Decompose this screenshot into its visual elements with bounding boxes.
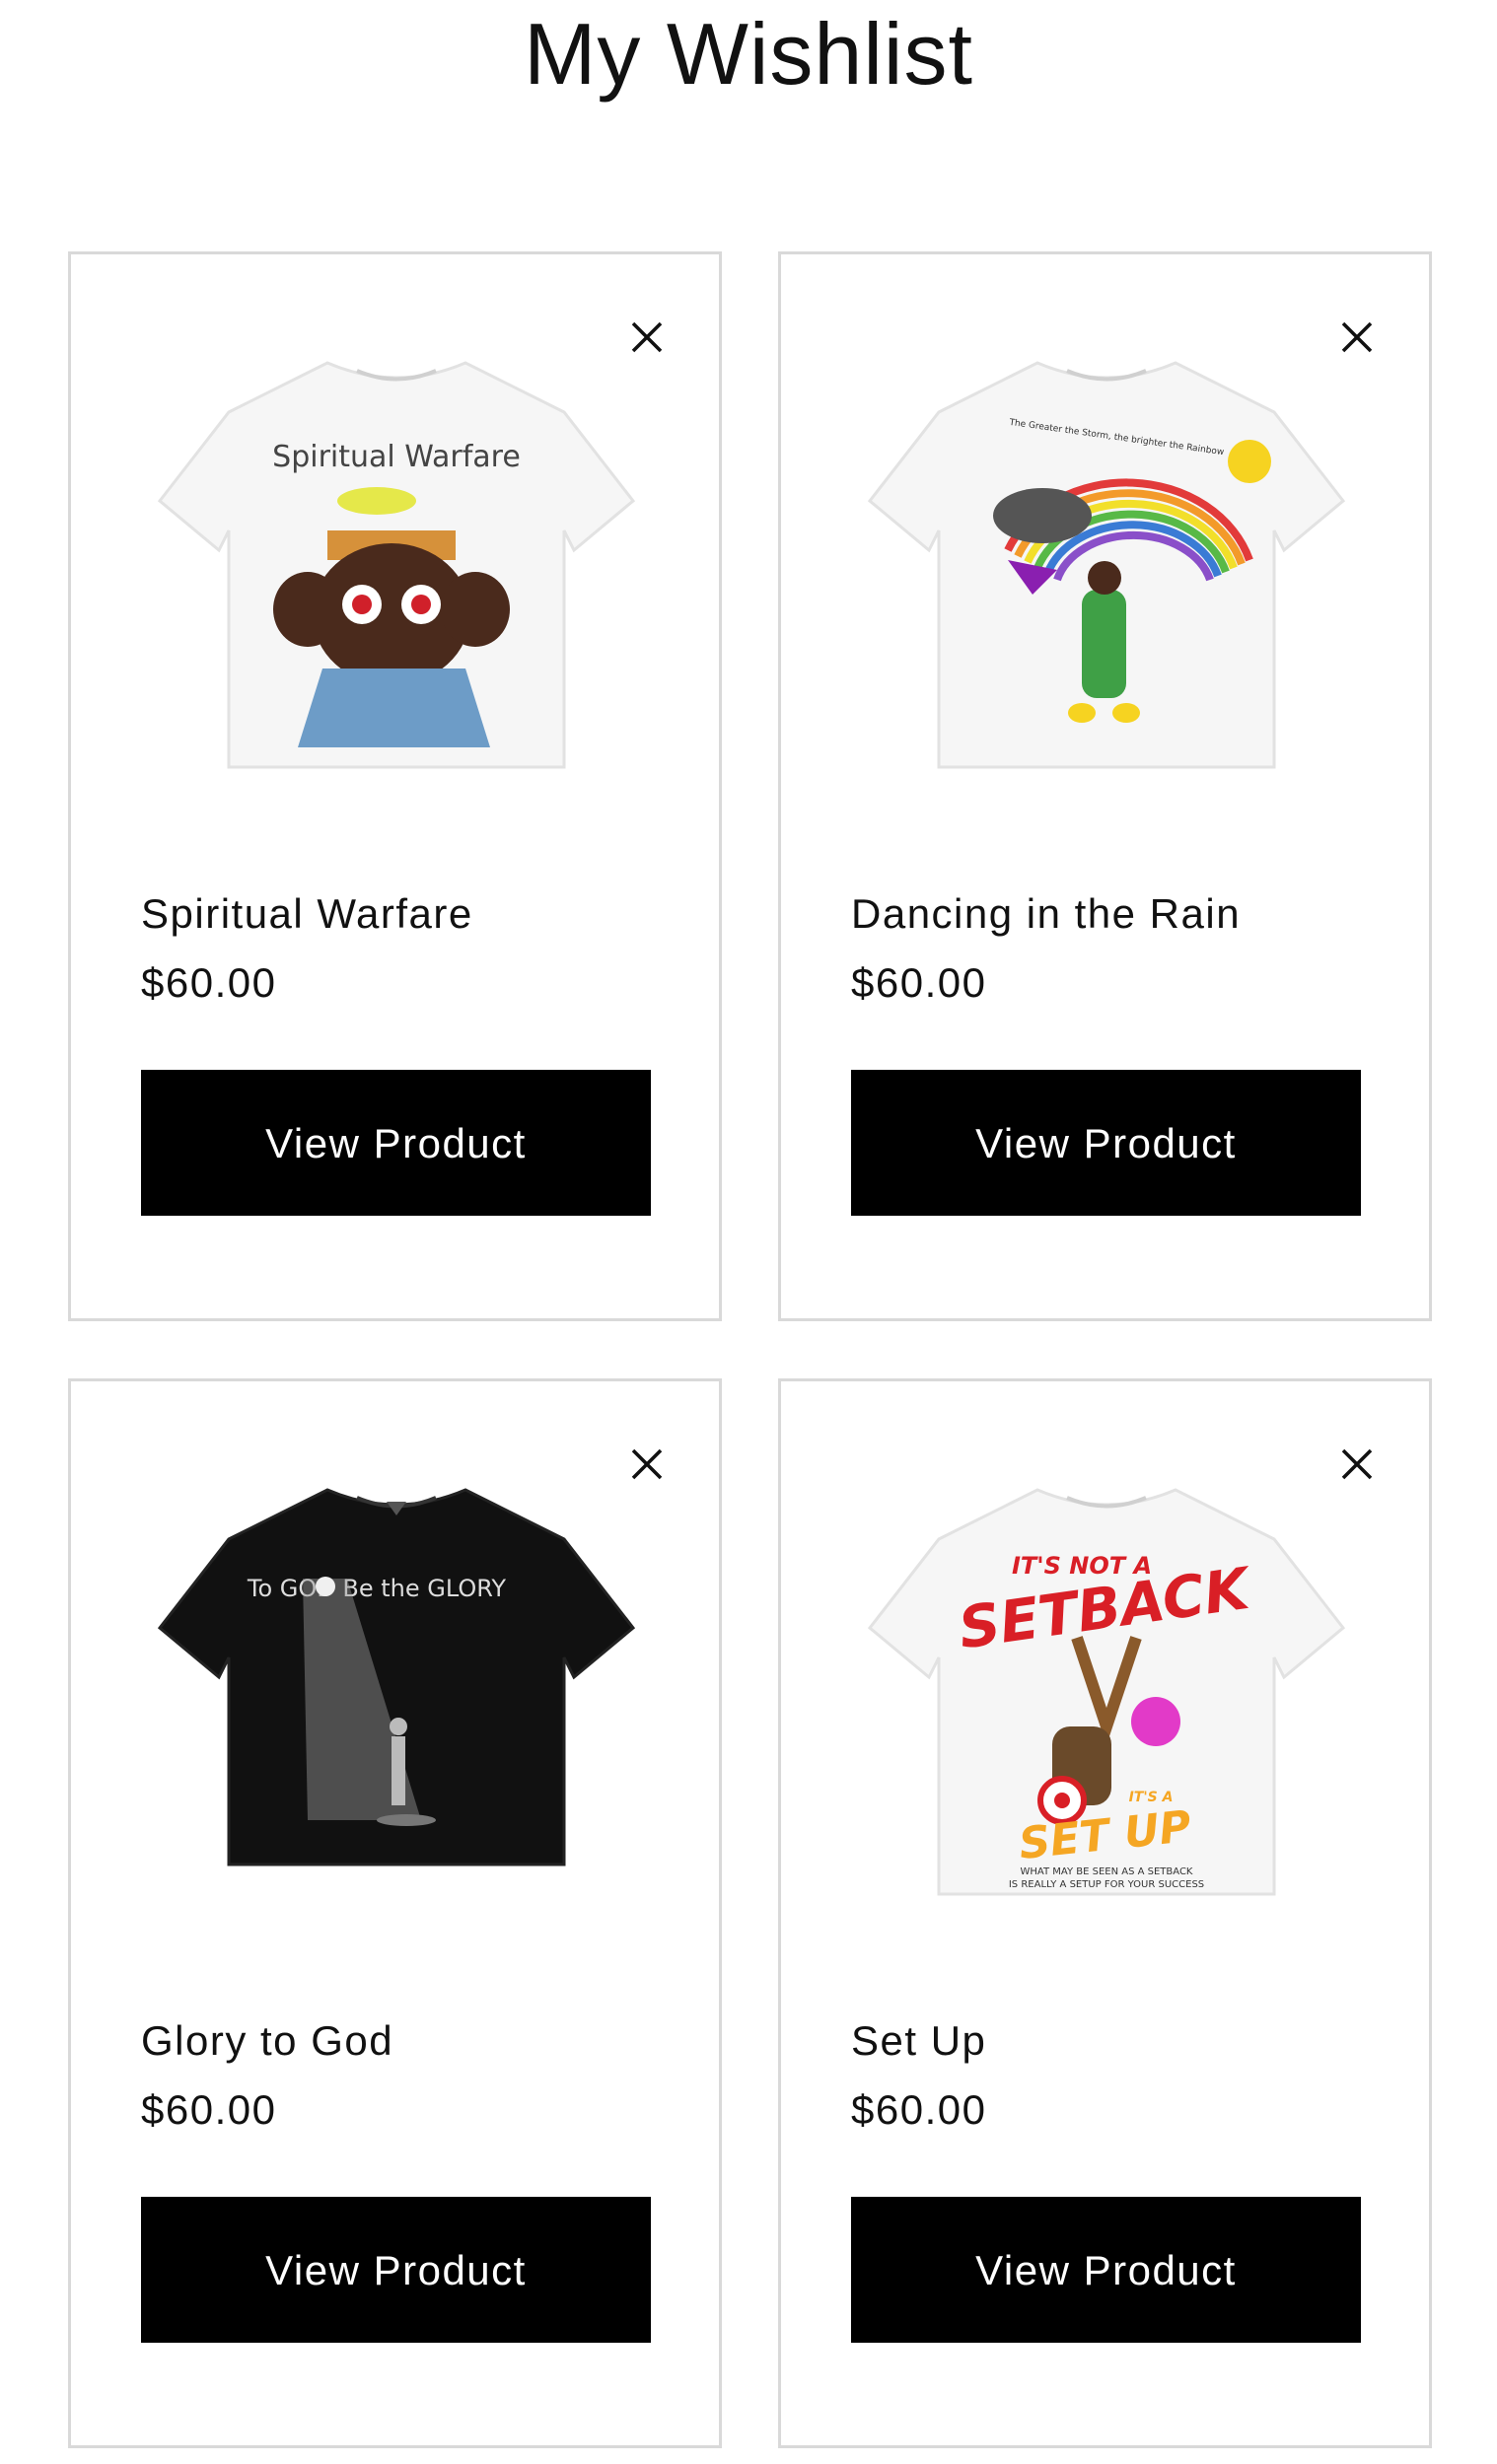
view-product-button[interactable]: View Product: [141, 1070, 651, 1216]
product-price: $60.00: [851, 959, 987, 1006]
page-title: My Wishlist: [524, 5, 973, 103]
view-product-button[interactable]: View Product: [851, 2197, 1361, 2343]
product-name[interactable]: Dancing in the Rain: [851, 890, 1241, 938]
product-image[interactable]: Spiritual Warfare: [150, 353, 643, 787]
wishlist-item: To GOD Be the GLORY Glory to God $60.00 …: [68, 1378, 722, 2448]
shirt-print-text: Spiritual Warfare: [272, 440, 521, 474]
product-price: $60.00: [141, 959, 277, 1006]
view-product-button[interactable]: View Product: [141, 2197, 651, 2343]
product-image[interactable]: The Greater the Storm, the brighter the …: [860, 353, 1353, 787]
shirt-print-text: IS REALLY A SETUP FOR YOUR SUCCESS: [1009, 1879, 1204, 1890]
shirt-print-text: WHAT MAY BE SEEN AS A SETBACK: [1021, 1866, 1193, 1877]
product-name[interactable]: Glory to God: [141, 2017, 393, 2065]
wishlist-item: IT'S NOT A SETBACK IT'S A SET UP WHAT MA…: [778, 1378, 1432, 2448]
product-price: $60.00: [141, 2086, 277, 2133]
shirt-print-text: To GOD Be the GLORY: [247, 1575, 507, 1602]
view-product-button[interactable]: View Product: [851, 1070, 1361, 1216]
product-image[interactable]: To GOD Be the GLORY: [150, 1480, 643, 1914]
product-name[interactable]: Spiritual Warfare: [141, 890, 473, 938]
wishlist-item: Spiritual Warfare Spiritual Warfare $60.…: [68, 251, 722, 1321]
product-image[interactable]: IT'S NOT A SETBACK IT'S A SET UP WHAT MA…: [860, 1480, 1353, 1914]
product-name[interactable]: Set Up: [851, 2017, 986, 2065]
product-price: $60.00: [851, 2086, 987, 2133]
wishlist-item: The Greater the Storm, the brighter the …: [778, 251, 1432, 1321]
